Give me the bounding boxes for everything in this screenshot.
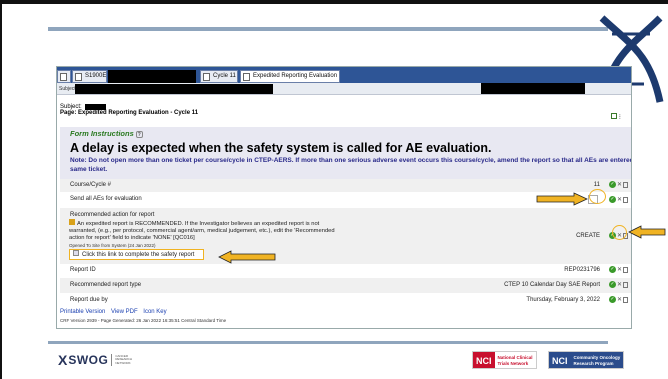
tab-label: S1900E	[85, 73, 107, 79]
row-actions: ✓ ✕	[608, 181, 628, 188]
swog-x-icon: X	[58, 352, 68, 368]
nci-mark: NCI	[473, 352, 495, 368]
arrow-left-icon	[628, 225, 666, 239]
row-actions: ✓ ✕	[608, 296, 628, 303]
complete-safety-report-link[interactable]: Click this link to complete the safety r…	[69, 249, 204, 260]
cancel-icon[interactable]: ✕	[617, 281, 622, 288]
page-tools[interactable]: ⁝	[610, 113, 621, 121]
tab-strip: S1900E Cycle 11 Expedited Reporting Eval…	[57, 67, 631, 83]
note-icon[interactable]	[623, 181, 628, 188]
document-icon	[75, 73, 82, 81]
row-report-type: Recommended report type CTEP 10 Calendar…	[60, 278, 631, 293]
redacted-info	[481, 83, 585, 94]
check-icon[interactable]: ✓	[608, 196, 616, 203]
tab-cycle[interactable]: Cycle 11	[200, 70, 238, 83]
nci-nctn-logo: NCI National Clinical Trials Network	[472, 351, 537, 369]
arrow-right-icon	[536, 192, 588, 206]
tab-study[interactable]: S1900E	[72, 70, 107, 83]
slide-top-border	[0, 0, 668, 4]
row-course-cycle: Course/Cycle # 11 ✓ ✕	[60, 179, 631, 192]
slide-left-border	[0, 0, 2, 379]
row-value: Thursday, February 3, 2022	[526, 297, 600, 303]
row-actions: ✓ ✕	[608, 281, 628, 288]
highlight-circle-send-aes	[589, 189, 606, 204]
note-icon[interactable]	[623, 266, 628, 273]
arrow-left-icon	[218, 250, 276, 264]
folder-icon	[203, 73, 210, 81]
ticket-note: Note: Do not open more than one ticket p…	[70, 157, 632, 173]
opened-note: Opened To Site from System (24 Jan 2022)	[69, 243, 156, 248]
icon-key-link[interactable]: Icon Key	[143, 309, 166, 315]
form-instructions-box: Form Instructions? A delay is expected w…	[60, 127, 632, 179]
checkbox-icon	[73, 250, 79, 256]
row-value: CREATE	[576, 233, 600, 239]
check-icon[interactable]: ✓	[608, 181, 616, 188]
home-icon	[60, 73, 67, 81]
form-instructions-link[interactable]: Form Instructions?	[70, 129, 143, 138]
row-label: Report due by	[70, 297, 108, 303]
page-title: Page: Expedited Reporting Evaluation - C…	[60, 110, 199, 116]
check-icon[interactable]: ✓	[608, 296, 616, 303]
nci-ncorp-text: Community Oncology Research Program	[570, 352, 624, 368]
document-icon	[243, 73, 250, 81]
row-actions: ✓ ✕	[608, 266, 628, 273]
printable-version-link[interactable]: Printable Version	[60, 309, 105, 315]
delay-warning-title: A delay is expected when the safety syst…	[70, 141, 492, 155]
recommendation-detail: An expedited report is RECOMMENDED. If t…	[69, 219, 339, 242]
recommendation-text: An expedited report is RECOMMENDED. If t…	[69, 221, 335, 241]
logo-divider	[111, 354, 113, 366]
note-icon[interactable]	[623, 196, 628, 203]
row-value: 11	[593, 182, 600, 188]
footer-links: Printable Version View PDF Icon Key	[60, 309, 171, 315]
slide-bottom-rule	[48, 341, 608, 344]
row-value: REP0231796	[564, 267, 600, 273]
subject-bar-label: Subject	[59, 86, 76, 92]
note-icon[interactable]	[623, 281, 628, 288]
cancel-icon[interactable]: ✕	[617, 296, 622, 303]
cancel-icon[interactable]: ✕	[617, 181, 622, 188]
row-report-due: Report due by Thursday, February 3, 2022…	[60, 293, 631, 307]
row-label: Report ID	[70, 267, 96, 273]
row-label: Send all AEs for evaluation	[70, 196, 142, 202]
nci-mark: NCI	[549, 352, 571, 368]
help-icon[interactable]: ⁝	[619, 114, 621, 121]
tab-expedited-reporting[interactable]: Expedited Reporting Evaluation	[240, 70, 340, 83]
home-tab[interactable]	[57, 70, 71, 83]
cancel-icon[interactable]: ✕	[617, 266, 622, 273]
check-icon[interactable]: ✓	[608, 281, 616, 288]
redacted-tab	[108, 70, 196, 83]
row-report-id: Report ID REP0231796 ✓ ✕	[60, 264, 631, 278]
tab-label: Cycle 11	[213, 73, 236, 79]
note-icon[interactable]	[623, 296, 628, 303]
swog-tagline: CANCER RESEARCH NETWORK	[115, 353, 133, 365]
row-label: Recommended action for report	[70, 212, 155, 218]
redacted-subject	[75, 84, 273, 94]
warning-icon	[69, 219, 75, 225]
cancel-icon[interactable]: ✕	[617, 196, 622, 203]
help-icon[interactable]: ?	[135, 131, 143, 138]
row-value: CTEP 10 Calendar Day SAE Report	[504, 282, 600, 288]
row-label: Course/Cycle #	[70, 182, 112, 188]
highlight-circle-create	[612, 225, 627, 240]
tab-label: Expedited Reporting Evaluation	[253, 73, 338, 79]
swog-wordmark: SWOG	[68, 353, 109, 367]
view-pdf-link[interactable]: View PDF	[111, 309, 138, 315]
nci-ncorp-logo: NCI Community Oncology Research Program	[548, 351, 625, 369]
check-icon[interactable]: ✓	[608, 266, 616, 273]
nci-nctn-text: National Clinical Trials Network	[497, 355, 533, 366]
crf-version: CRF Version 2939 - Page Generated: 26 Ja…	[60, 318, 227, 323]
edit-icon[interactable]	[610, 113, 617, 119]
swog-logo: X SWOG CANCER RESEARCH NETWORK	[58, 352, 139, 368]
row-actions: ✓ ✕	[608, 196, 628, 203]
row-label: Recommended report type	[70, 282, 142, 288]
slide-title-rule	[48, 27, 608, 31]
